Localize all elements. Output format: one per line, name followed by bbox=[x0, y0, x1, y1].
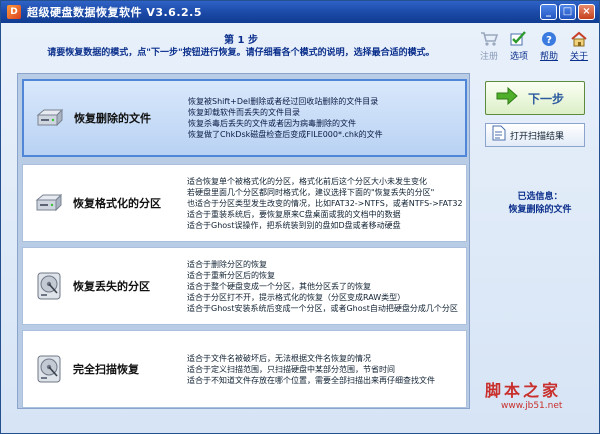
watermark-brand: 脚本之家 bbox=[485, 381, 562, 400]
window-title: 超级硬盘数据恢复软件 V3.6.2.5 bbox=[27, 6, 202, 19]
mode-list: 恢复删除的文件 恢复被Shift+Del删除或者经过回收站删除的文件目录 恢复卸… bbox=[17, 73, 470, 409]
mode-name: 恢复丢失的分区 bbox=[73, 280, 150, 293]
title-bar[interactable]: D 超级硬盘数据恢复软件 V3.6.2.5 _ □ × bbox=[1, 1, 599, 23]
open-scan-results-button[interactable]: 打开扫描结果 bbox=[485, 123, 585, 147]
house-icon bbox=[570, 31, 588, 47]
register-button[interactable]: 注册 bbox=[475, 31, 503, 62]
svg-text:?: ? bbox=[546, 35, 552, 46]
options-button[interactable]: 选项 bbox=[505, 31, 533, 62]
mode-description: 适合恢复单个被格式化的分区，格式化前后这个分区大小未发生变化 若硬盘里面几个分区… bbox=[187, 176, 463, 230]
mode-name: 恢复格式化的分区 bbox=[73, 197, 161, 210]
step-title: 第 1 步 bbox=[224, 35, 258, 46]
next-step-button[interactable]: 下一步 bbox=[485, 81, 585, 115]
mode-description: 恢复被Shift+Del删除或者经过回收站删除的文件目录 恢复卸载软件而丢失的文… bbox=[188, 97, 383, 139]
checkmark-icon bbox=[510, 31, 528, 47]
open-scan-results-label: 打开扫描结果 bbox=[510, 131, 565, 142]
selected-info: 已选信息： 恢复删除的文件 bbox=[485, 191, 595, 217]
mode-name: 恢复删除的文件 bbox=[74, 112, 151, 125]
mode-description: 适合于文件名被破坏后，无法根据文件名恢复的情况 适合于定义扫描范围，只扫描硬盘中… bbox=[187, 353, 435, 385]
mode-card-recover-deleted[interactable]: 恢复删除的文件 恢复被Shift+Del删除或者经过回收站删除的文件目录 恢复卸… bbox=[22, 79, 467, 157]
open-disk-icon bbox=[31, 271, 67, 301]
close-button[interactable]: × bbox=[578, 4, 595, 20]
mode-name: 完全扫描恢复 bbox=[73, 363, 139, 376]
mode-card-recover-formatted[interactable]: 恢复格式化的分区 适合恢复单个被格式化的分区，格式化前后这个分区大小未发生变化 … bbox=[22, 164, 467, 242]
app-logo-icon: D bbox=[7, 5, 21, 19]
app-window: D 超级硬盘数据恢复软件 V3.6.2.5 _ □ × 第 1 步 请要恢复数据… bbox=[0, 0, 600, 434]
help-icon: ? bbox=[540, 31, 558, 47]
help-button[interactable]: ? 帮助 bbox=[535, 31, 563, 62]
selected-info-value: 恢复删除的文件 bbox=[508, 205, 572, 215]
about-button[interactable]: 关于 bbox=[565, 31, 593, 62]
next-step-label: 下一步 bbox=[528, 91, 565, 106]
maximize-button[interactable]: □ bbox=[559, 4, 576, 20]
mode-card-full-scan[interactable]: 完全扫描恢复 适合于文件名被破坏后，无法根据文件名恢复的情况 适合于定义扫描范围… bbox=[22, 330, 467, 408]
document-icon bbox=[492, 125, 506, 145]
register-label: 注册 bbox=[479, 52, 498, 62]
about-label: 关于 bbox=[569, 52, 588, 62]
cart-icon bbox=[480, 31, 498, 47]
toolbar: 注册 选项 ? 帮助 关于 bbox=[475, 31, 593, 62]
help-label: 帮助 bbox=[539, 52, 558, 62]
options-label: 选项 bbox=[509, 52, 528, 62]
minimize-button[interactable]: _ bbox=[540, 4, 557, 20]
selected-info-prefix: 已选信息： bbox=[517, 192, 563, 202]
step-description: 请要恢复数据的模式，点"下一步"按钮进行恢复。请仔细看各个模式的说明，选择最合适… bbox=[47, 48, 435, 58]
mode-description: 适合于删除分区的恢复 适合于重新分区后的恢复 适合于整个硬盘变成一个分区，其他分… bbox=[187, 259, 458, 313]
hard-drive-icon bbox=[32, 107, 68, 129]
watermark-url: www.jb51.net bbox=[501, 401, 563, 411]
right-arrow-icon bbox=[496, 86, 518, 109]
open-disk-icon bbox=[31, 354, 67, 384]
mode-card-recover-lost-partition[interactable]: 恢复丢失的分区 适合于删除分区的恢复 适合于重新分区后的恢复 适合于整个硬盘变成… bbox=[22, 247, 467, 325]
hard-drive-icon bbox=[31, 192, 67, 214]
